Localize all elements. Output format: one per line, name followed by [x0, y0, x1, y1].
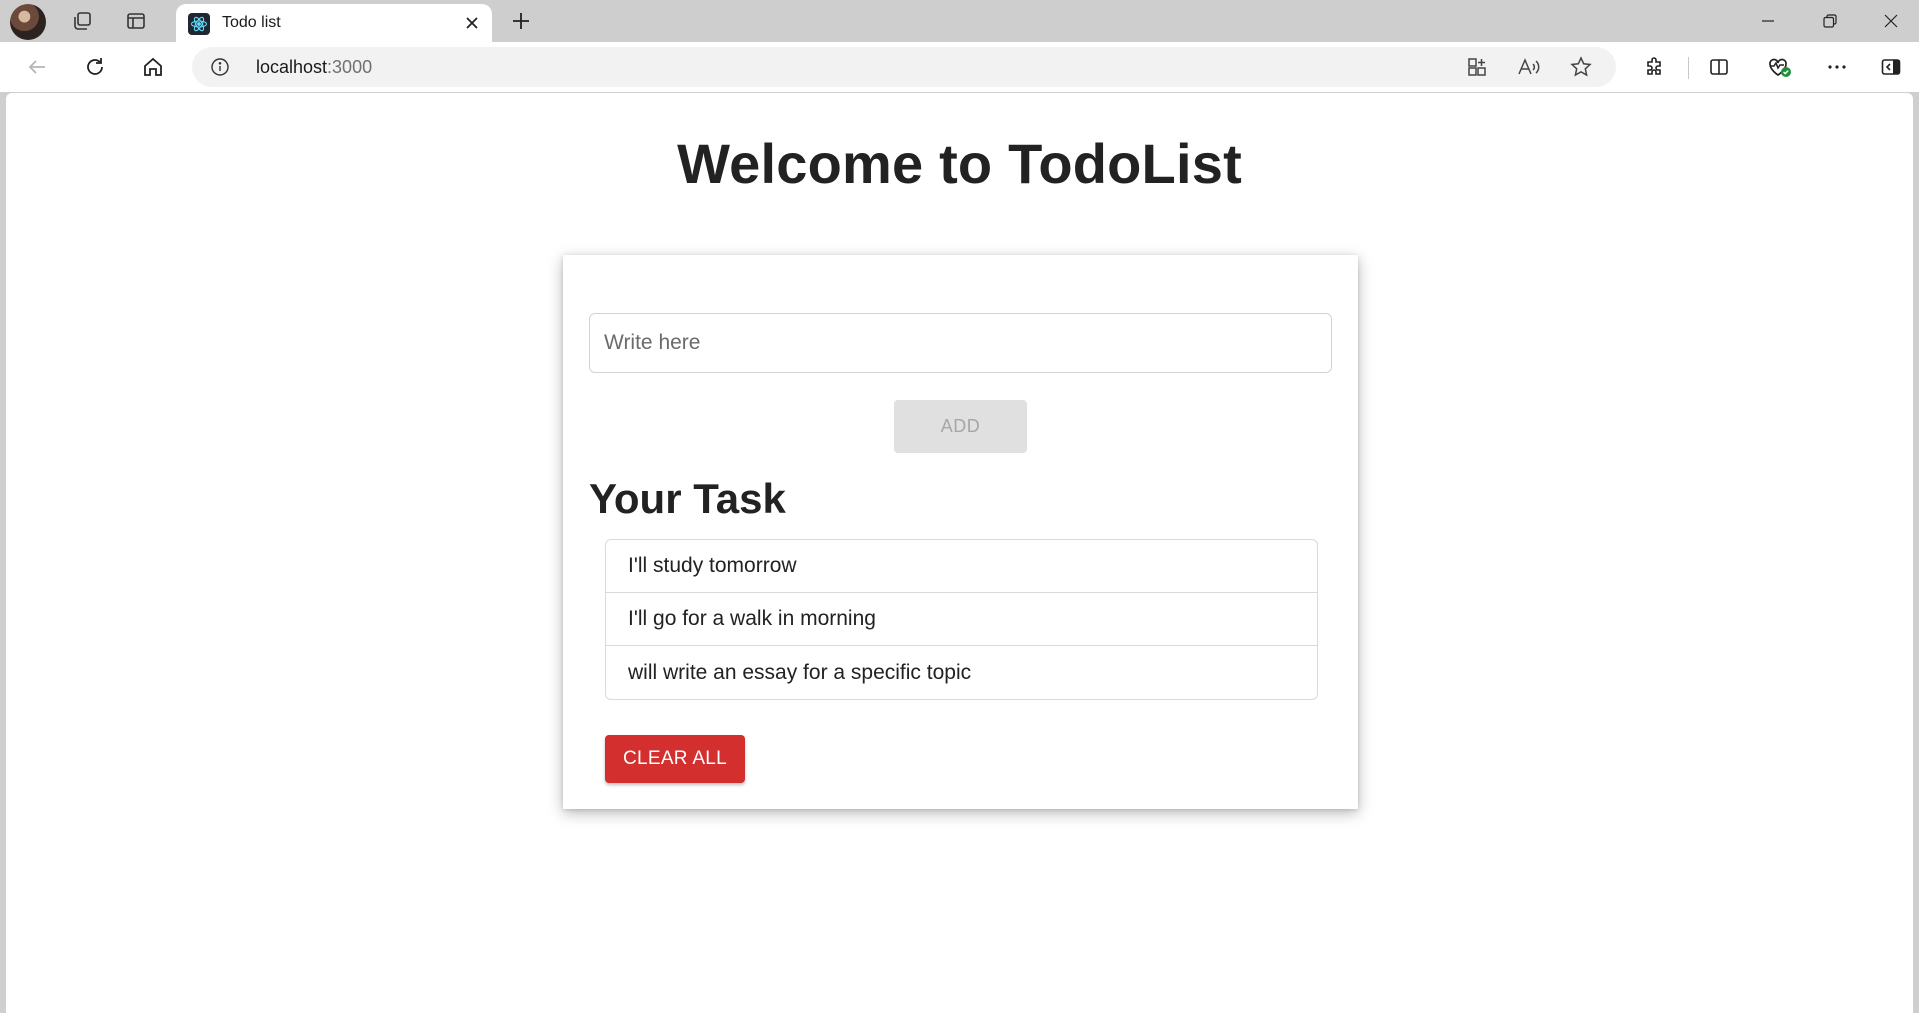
close-window-icon[interactable] — [1860, 0, 1919, 42]
url-port: :3000 — [327, 57, 373, 77]
browser-essentials-icon[interactable] — [1760, 49, 1798, 85]
page-title: Welcome to TodoList — [677, 132, 1242, 195]
profile-avatar[interactable] — [10, 4, 46, 40]
minimize-icon[interactable] — [1737, 0, 1799, 42]
home-icon[interactable] — [134, 49, 172, 85]
url-host: localhost — [256, 57, 328, 77]
app-available-icon[interactable] — [1460, 51, 1494, 83]
task-item[interactable]: I'll study tomorrow — [606, 540, 1317, 593]
task-list: I'll study tomorrow I'll go for a walk i… — [605, 539, 1318, 700]
task-input[interactable] — [589, 313, 1332, 373]
workspaces-icon[interactable] — [64, 6, 100, 36]
site-info-icon[interactable] — [210, 57, 230, 77]
sidebar-toggle-icon[interactable] — [1872, 49, 1910, 85]
vertical-tabs-icon[interactable] — [118, 6, 154, 36]
tab-close-icon[interactable] — [460, 11, 484, 35]
todo-card: ADD Your Task I'll study tomorrow I'll g… — [563, 255, 1358, 809]
tab-strip: Todo list — [0, 0, 1919, 42]
active-tab[interactable]: Todo list — [176, 4, 492, 42]
address-bar[interactable]: localhost:3000 — [192, 47, 1616, 87]
split-screen-icon[interactable] — [1700, 49, 1738, 85]
tab-title: Todo list — [222, 14, 281, 31]
read-aloud-icon[interactable] — [1512, 51, 1546, 83]
restore-icon[interactable] — [1799, 0, 1861, 42]
page-viewport: Welcome to TodoList ADD Your Task I'll s… — [6, 93, 1913, 1013]
section-title: Your Task — [589, 475, 786, 522]
clear-all-button[interactable]: CLEAR ALL — [605, 735, 745, 783]
refresh-icon[interactable] — [76, 49, 114, 85]
browser-toolbar: localhost:3000 — [0, 42, 1919, 92]
url-text: localhost:3000 — [256, 57, 372, 78]
new-tab-icon[interactable] — [504, 6, 538, 36]
extensions-icon[interactable] — [1636, 49, 1674, 85]
task-item[interactable]: I'll go for a walk in morning — [606, 593, 1317, 646]
react-logo-icon — [188, 13, 210, 35]
more-options-icon[interactable] — [1818, 49, 1856, 85]
task-item[interactable]: will write an essay for a specific topic — [606, 646, 1317, 699]
back-icon[interactable] — [18, 49, 56, 85]
toolbar-divider — [1688, 57, 1689, 79]
favorite-star-icon[interactable] — [1564, 51, 1598, 83]
add-button[interactable]: ADD — [894, 400, 1027, 453]
